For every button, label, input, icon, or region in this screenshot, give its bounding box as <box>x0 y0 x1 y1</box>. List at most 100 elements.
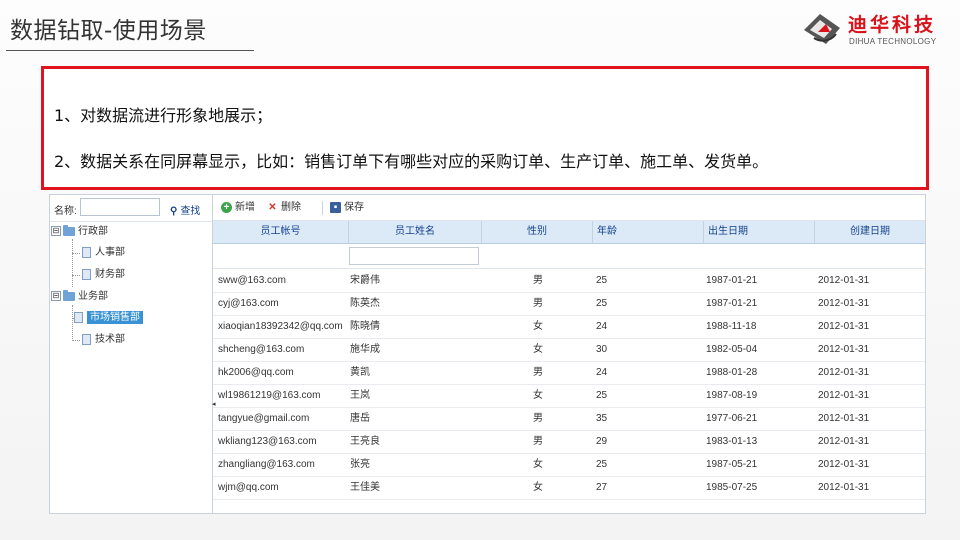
document-icon <box>82 246 91 258</box>
table-row[interactable]: hk2006@qq.com 黄凯 男 24 1988-01-28 2012-01-31 <box>213 361 925 385</box>
cell-created: 2012-01-31 <box>818 298 870 309</box>
cell-birthdate: 1987-01-21 <box>706 298 758 309</box>
tree-node-tech[interactable]: 技术部 <box>82 331 125 349</box>
cell-gender: 女 <box>533 390 543 401</box>
grid-toolbar: + 新增 ✕ 删除 ▪ 保存 <box>213 195 925 221</box>
table-row[interactable]: tangyue@gmail.com 唐岳 男 35 1977-06-21 2012-01-… <box>213 407 925 431</box>
cell-gender: 男 <box>533 436 543 447</box>
tree-node-label: 财务部 <box>95 269 125 280</box>
cell-created: 2012-01-31 <box>818 482 870 493</box>
table-row[interactable]: shcheng@163.com 施华成 女 30 1982-05-04 2012-01-3… <box>213 338 925 362</box>
column-header-account[interactable]: 员工帐号 <box>213 221 349 243</box>
tree-node-label: 业务部 <box>78 291 108 302</box>
search-label: 名称: <box>54 206 77 217</box>
cell-created: 2012-01-31 <box>818 275 870 286</box>
grid-header: 员工帐号 员工姓名 性别 年龄 出生日期 创建日期 <box>213 221 925 244</box>
cell-gender: 女 <box>533 344 543 355</box>
table-row[interactable]: zhangliang@163.com 张亮 女 25 1987-05-21 2012-01… <box>213 453 925 477</box>
cell-name: 陈晓倩 <box>350 321 380 332</box>
plus-circle-icon: + <box>221 201 232 213</box>
column-header-name[interactable]: 员工姓名 <box>349 221 482 243</box>
cell-birthdate: 1988-01-28 <box>706 367 758 378</box>
table-row[interactable]: wkliang123@163.com 王亮良 男 29 1983-01-13 2012-0… <box>213 430 925 454</box>
cell-name: 王佳美 <box>350 482 380 493</box>
delete-button-label: 删除 <box>281 202 301 213</box>
cell-gender: 男 <box>533 367 543 378</box>
cell-age: 29 <box>596 436 608 447</box>
tree-node-finance[interactable]: 财务部 <box>82 266 125 284</box>
cell-created: 2012-01-31 <box>818 459 870 470</box>
table-row[interactable]: wjm@qq.com 王佳美 女 27 1985-07-25 2012-01-31 <box>213 476 925 500</box>
cell-account: cyj@163.com <box>218 298 279 309</box>
table-row[interactable]: cyj@163.com 陈英杰 男 25 1987-01-21 2012-01-31 <box>213 292 925 316</box>
cell-account: zhangliang@163.com <box>218 459 315 470</box>
cell-created: 2012-01-31 <box>818 436 870 447</box>
column-header-birthdate[interactable]: 出生日期 <box>704 221 815 243</box>
tree-node-admin[interactable]: ⊟ 行政部 <box>51 223 108 241</box>
app-window: 名称: ⚲ 查找 ⊟ 行政部 人事部 财务部 ⊟ 业务部 市场销售部 技术部 ◂… <box>49 194 926 514</box>
cell-birthdate: 1987-08-19 <box>706 390 758 401</box>
cell-account: sww@163.com <box>218 275 286 286</box>
tree-node-business[interactable]: ⊟ 业务部 <box>51 288 108 306</box>
search-input[interactable] <box>80 198 160 216</box>
cell-created: 2012-01-31 <box>818 390 870 401</box>
cell-age: 25 <box>596 298 608 309</box>
company-logo: 迪华科技 DIHUA TECHNOLOGY <box>800 6 945 48</box>
table-row[interactable]: xiaoqian18392342@qq.com 陈晓倩 女 24 1988-11-18 2… <box>213 315 925 339</box>
cell-name: 宋爵伟 <box>350 275 380 286</box>
document-icon <box>82 268 91 280</box>
cell-name: 张亮 <box>350 459 370 470</box>
column-header-gender[interactable]: 性别 <box>482 221 593 243</box>
search-bar: 名称: ⚲ 查找 <box>50 195 212 222</box>
folder-icon <box>63 289 75 301</box>
add-button[interactable]: + 新增 <box>221 200 255 216</box>
cell-age: 24 <box>596 367 608 378</box>
cell-birthdate: 1982-05-04 <box>706 344 758 355</box>
cell-age: 35 <box>596 413 608 424</box>
tree-node-hr[interactable]: 人事部 <box>82 244 125 262</box>
cell-account: hk2006@qq.com <box>218 367 294 378</box>
cell-age: 25 <box>596 390 608 401</box>
cell-age: 27 <box>596 482 608 493</box>
cell-birthdate: 1988-11-18 <box>706 321 757 332</box>
collapse-icon[interactable]: ⊟ <box>51 226 61 237</box>
collapse-icon[interactable]: ⊟ <box>51 291 61 302</box>
document-icon <box>82 333 91 345</box>
x-icon: ✕ <box>268 201 277 213</box>
cell-created: 2012-01-31 <box>818 321 870 332</box>
tree-node-marketing-sales[interactable]: 市场销售部 <box>74 309 143 327</box>
cell-gender: 男 <box>533 298 543 309</box>
name-filter-input[interactable] <box>349 247 479 265</box>
column-header-created[interactable]: 创建日期 <box>815 221 925 243</box>
search-button[interactable]: ⚲ 查找 <box>170 202 200 217</box>
cell-account: xiaoqian18392342@qq.com <box>218 321 343 332</box>
cell-gender: 女 <box>533 482 543 493</box>
cell-created: 2012-01-31 <box>818 344 870 355</box>
tree-connector <box>72 239 73 287</box>
add-button-label: 新增 <box>235 202 255 213</box>
cell-age: 25 <box>596 459 608 470</box>
cell-name: 王岚 <box>350 390 370 401</box>
cell-name: 唐岳 <box>350 413 370 424</box>
save-button[interactable]: ▪ 保存 <box>330 200 364 216</box>
tree-node-label: 市场销售部 <box>87 311 143 324</box>
cell-gender: 男 <box>533 275 543 286</box>
table-row[interactable]: sww@163.com 宋爵伟 男 25 1987-01-21 2012-01-31 <box>213 269 925 293</box>
logo-mark-icon <box>804 14 840 44</box>
search-icon: ⚲ <box>170 206 178 217</box>
cell-name: 王亮良 <box>350 436 380 447</box>
column-header-age[interactable]: 年龄 <box>593 221 704 243</box>
tree-connector <box>72 305 73 341</box>
tree-node-label: 行政部 <box>78 226 108 237</box>
folder-icon <box>63 224 75 236</box>
cell-account: shcheng@163.com <box>218 344 305 355</box>
callout-box: 1、对数据流进行形象地展示； 2、数据关系在同屏幕显示，比如：销售订单下有哪些对… <box>41 66 929 190</box>
cell-account: wl19861219@163.com <box>218 390 321 401</box>
table-row[interactable]: wl19861219@163.com 王岚 女 25 1987-08-19 2012-01… <box>213 384 925 408</box>
cell-birthdate: 1987-05-21 <box>706 459 758 470</box>
delete-button[interactable]: ✕ 删除 <box>267 200 301 216</box>
floppy-icon: ▪ <box>330 201 341 213</box>
cell-created: 2012-01-31 <box>818 367 870 378</box>
tree-connector <box>72 253 80 254</box>
cell-birthdate: 1987-01-21 <box>706 275 758 286</box>
